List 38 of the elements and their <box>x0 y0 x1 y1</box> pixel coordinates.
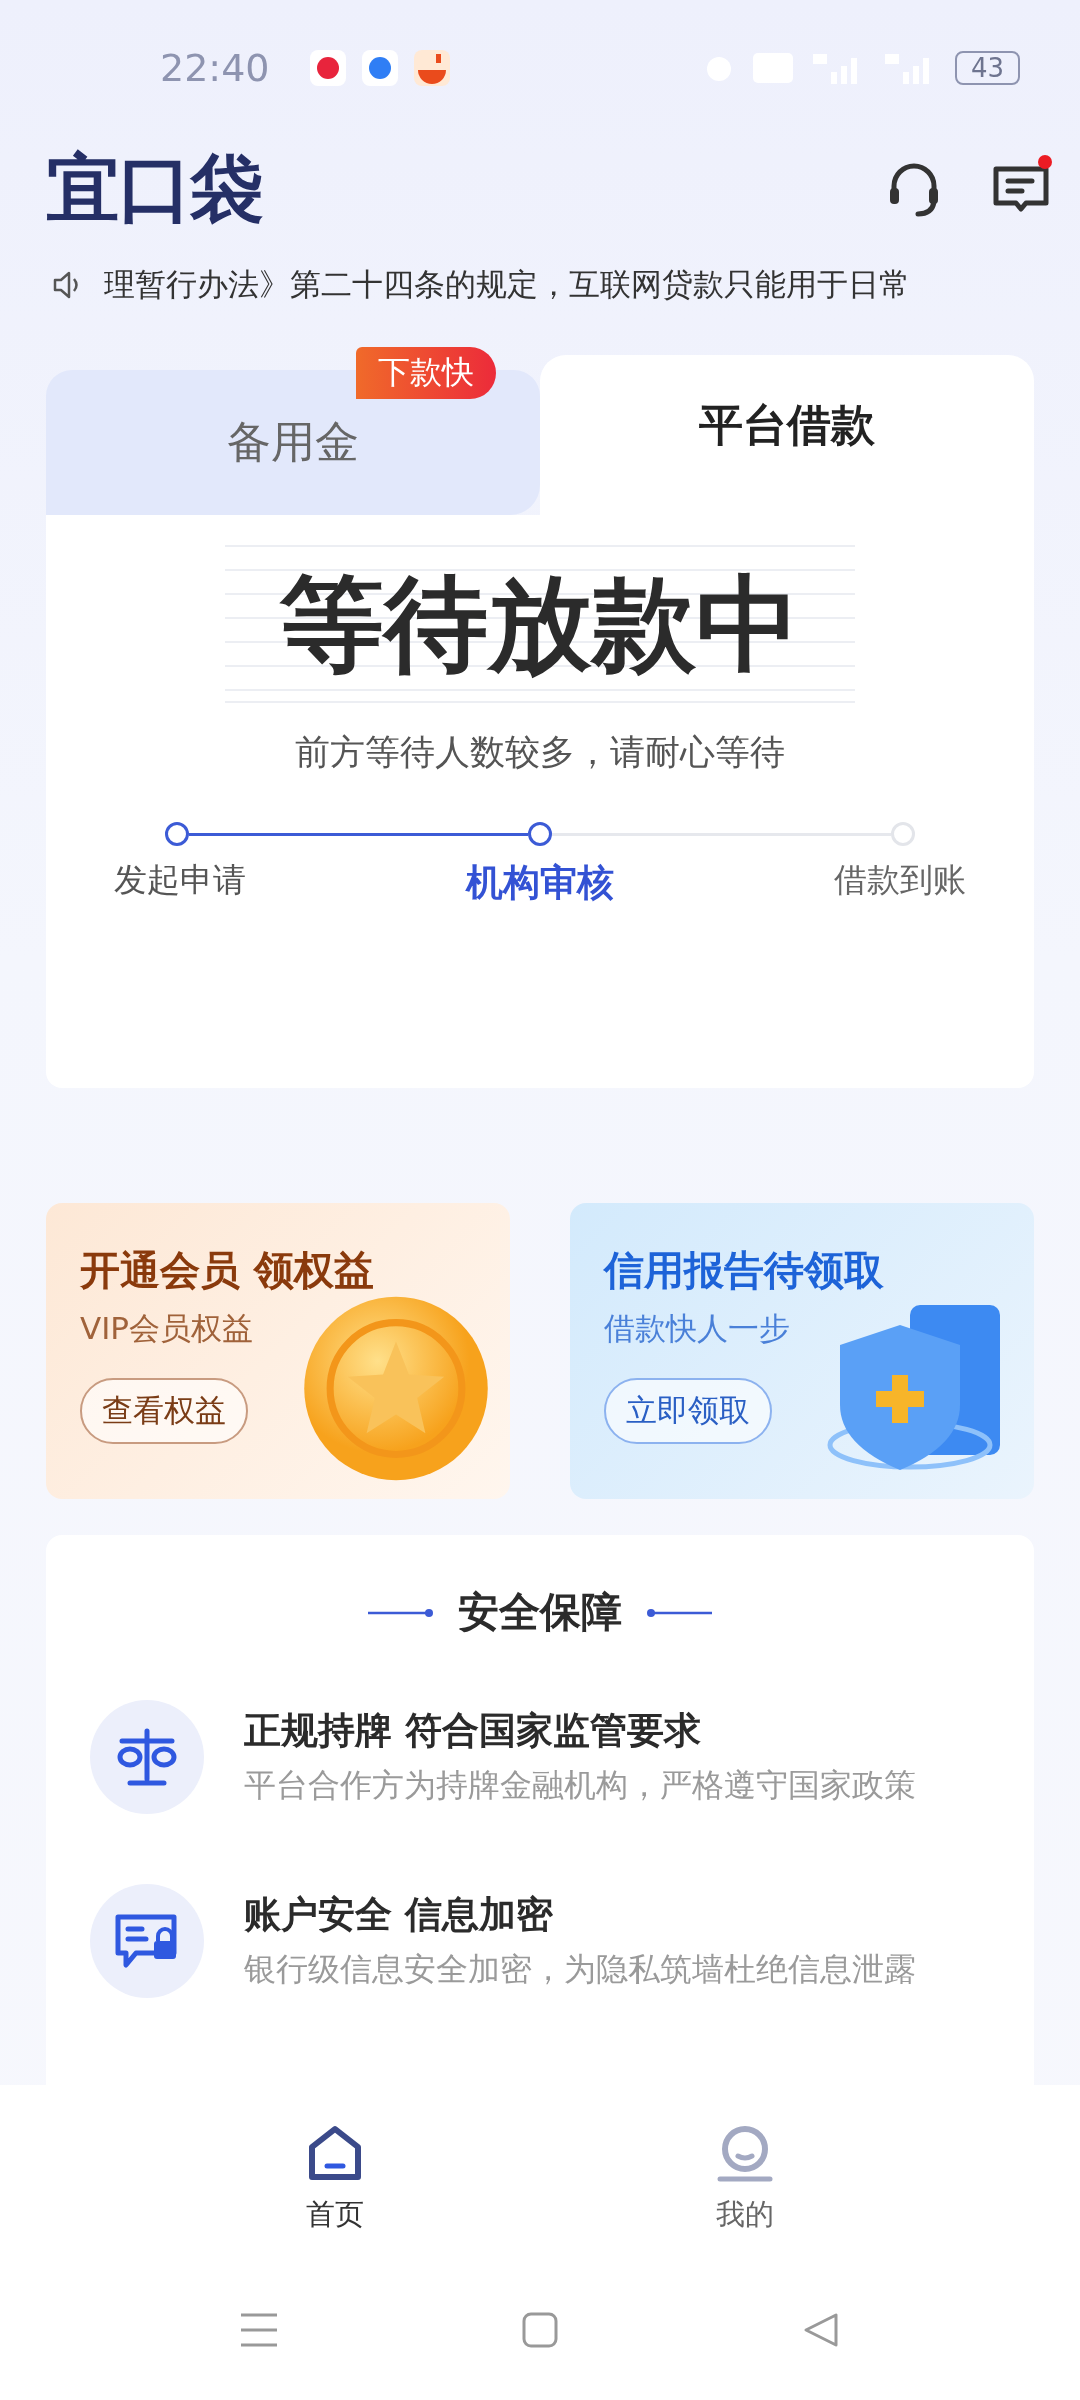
feature-title: 正规持牌 符合国家监管要求 <box>244 1708 702 1754</box>
nav-tab[interactable]: 首页 <box>306 2125 364 2235</box>
promo-subtitle: 借款快人一步 <box>604 1309 791 1348</box>
promo-title: 信用报告待领取 <box>604 1246 885 1295</box>
app-notification-icon <box>361 49 398 86</box>
promo-title: 开通会员 领权益 <box>80 1246 375 1295</box>
message-lock-icon <box>114 1913 180 1969</box>
status-title: 等待放款中 <box>225 545 855 703</box>
divider-line-icon <box>646 1607 712 1618</box>
promo-button[interactable]: 立即领取 <box>604 1378 772 1444</box>
feature-title: 账户安全 信息加密 <box>244 1892 554 1938</box>
section-title: 安全保障 <box>458 1587 622 1638</box>
nav-tab[interactable]: 我的 <box>716 2125 774 2235</box>
promo-card[interactable]: 信用报告待领取 借款快人一步 立即领取 <box>570 1203 1034 1499</box>
home-icon <box>308 2125 362 2183</box>
app-logo: 宜口袋 <box>46 144 264 233</box>
balance-scale-icon <box>116 1727 178 1787</box>
promo-badge: 下款快 <box>356 347 496 399</box>
step-label: 发起申请 <box>113 859 247 901</box>
promo-card[interactable]: 开通会员 领权益 VIP会员权益 查看权益 <box>46 1203 510 1499</box>
feature-description: 银行级信息安全加密，为隐私筑墙杜绝信息泄露 <box>244 1949 916 1990</box>
home-button-icon[interactable] <box>522 2312 558 2348</box>
battery-indicator: 43 <box>954 50 1020 85</box>
tab[interactable]: 平台借款 <box>540 355 1034 515</box>
notice-text: 理暂行办法》第二十四条的规定，互联网贷款只能用于日常 <box>104 265 910 304</box>
menu-icon[interactable] <box>241 2312 277 2348</box>
app-notification-icon <box>309 49 346 86</box>
app-notification-icon <box>413 49 450 86</box>
back-icon[interactable] <box>803 2312 839 2348</box>
promo-button[interactable]: 查看权益 <box>80 1378 248 1444</box>
divider-line-icon <box>368 1607 434 1618</box>
feature-description: 平台合作方为持牌金融机构，严格遵守国家政策 <box>244 1765 916 1806</box>
status-subtitle: 前方等待人数较多，请耐心等待 <box>295 731 785 774</box>
profile-icon <box>716 2125 774 2183</box>
promo-subtitle: VIP会员权益 <box>80 1309 255 1348</box>
clock: 22:40 <box>160 45 270 90</box>
step-label: 借款到账 <box>833 859 967 901</box>
step-label: 机构审核 <box>464 860 615 906</box>
